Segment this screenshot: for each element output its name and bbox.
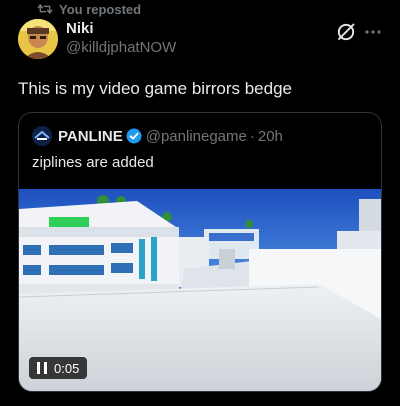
verified-badge-icon	[126, 128, 142, 144]
quote-header: PANLINE @panlinegame · 20h	[32, 126, 283, 146]
author-block[interactable]: Niki @killdjphatNOW	[66, 19, 176, 57]
pause-icon	[37, 362, 47, 374]
quote-separator: ·	[249, 127, 255, 145]
author-name[interactable]: Niki	[66, 19, 176, 38]
author-handle[interactable]: @killdjphatNOW	[66, 38, 176, 57]
author-avatar[interactable]	[18, 19, 58, 59]
quote-text: ziplines are added	[32, 154, 154, 171]
video-time-pill[interactable]: 0:05	[29, 357, 88, 379]
video-player[interactable]: 0:05	[19, 189, 381, 391]
repost-label: You reposted	[59, 1, 142, 17]
grok-icon[interactable]	[336, 22, 356, 42]
video-time: 0:05	[54, 360, 80, 376]
quote-tweet-card[interactable]: PANLINE @panlinegame · 20h ziplines are …	[18, 112, 382, 392]
repost-icon	[37, 4, 53, 14]
quote-author-handle[interactable]: @panlinegame	[146, 128, 247, 145]
quote-author-avatar[interactable]	[32, 126, 52, 146]
tweet-text: This is my video game birrors bedge	[18, 79, 293, 98]
repost-indicator[interactable]: You reposted	[37, 1, 141, 17]
quote-author-name[interactable]: PANLINE	[58, 128, 123, 145]
more-icon[interactable]	[364, 24, 382, 40]
quote-timestamp[interactable]: 20h	[258, 128, 283, 145]
